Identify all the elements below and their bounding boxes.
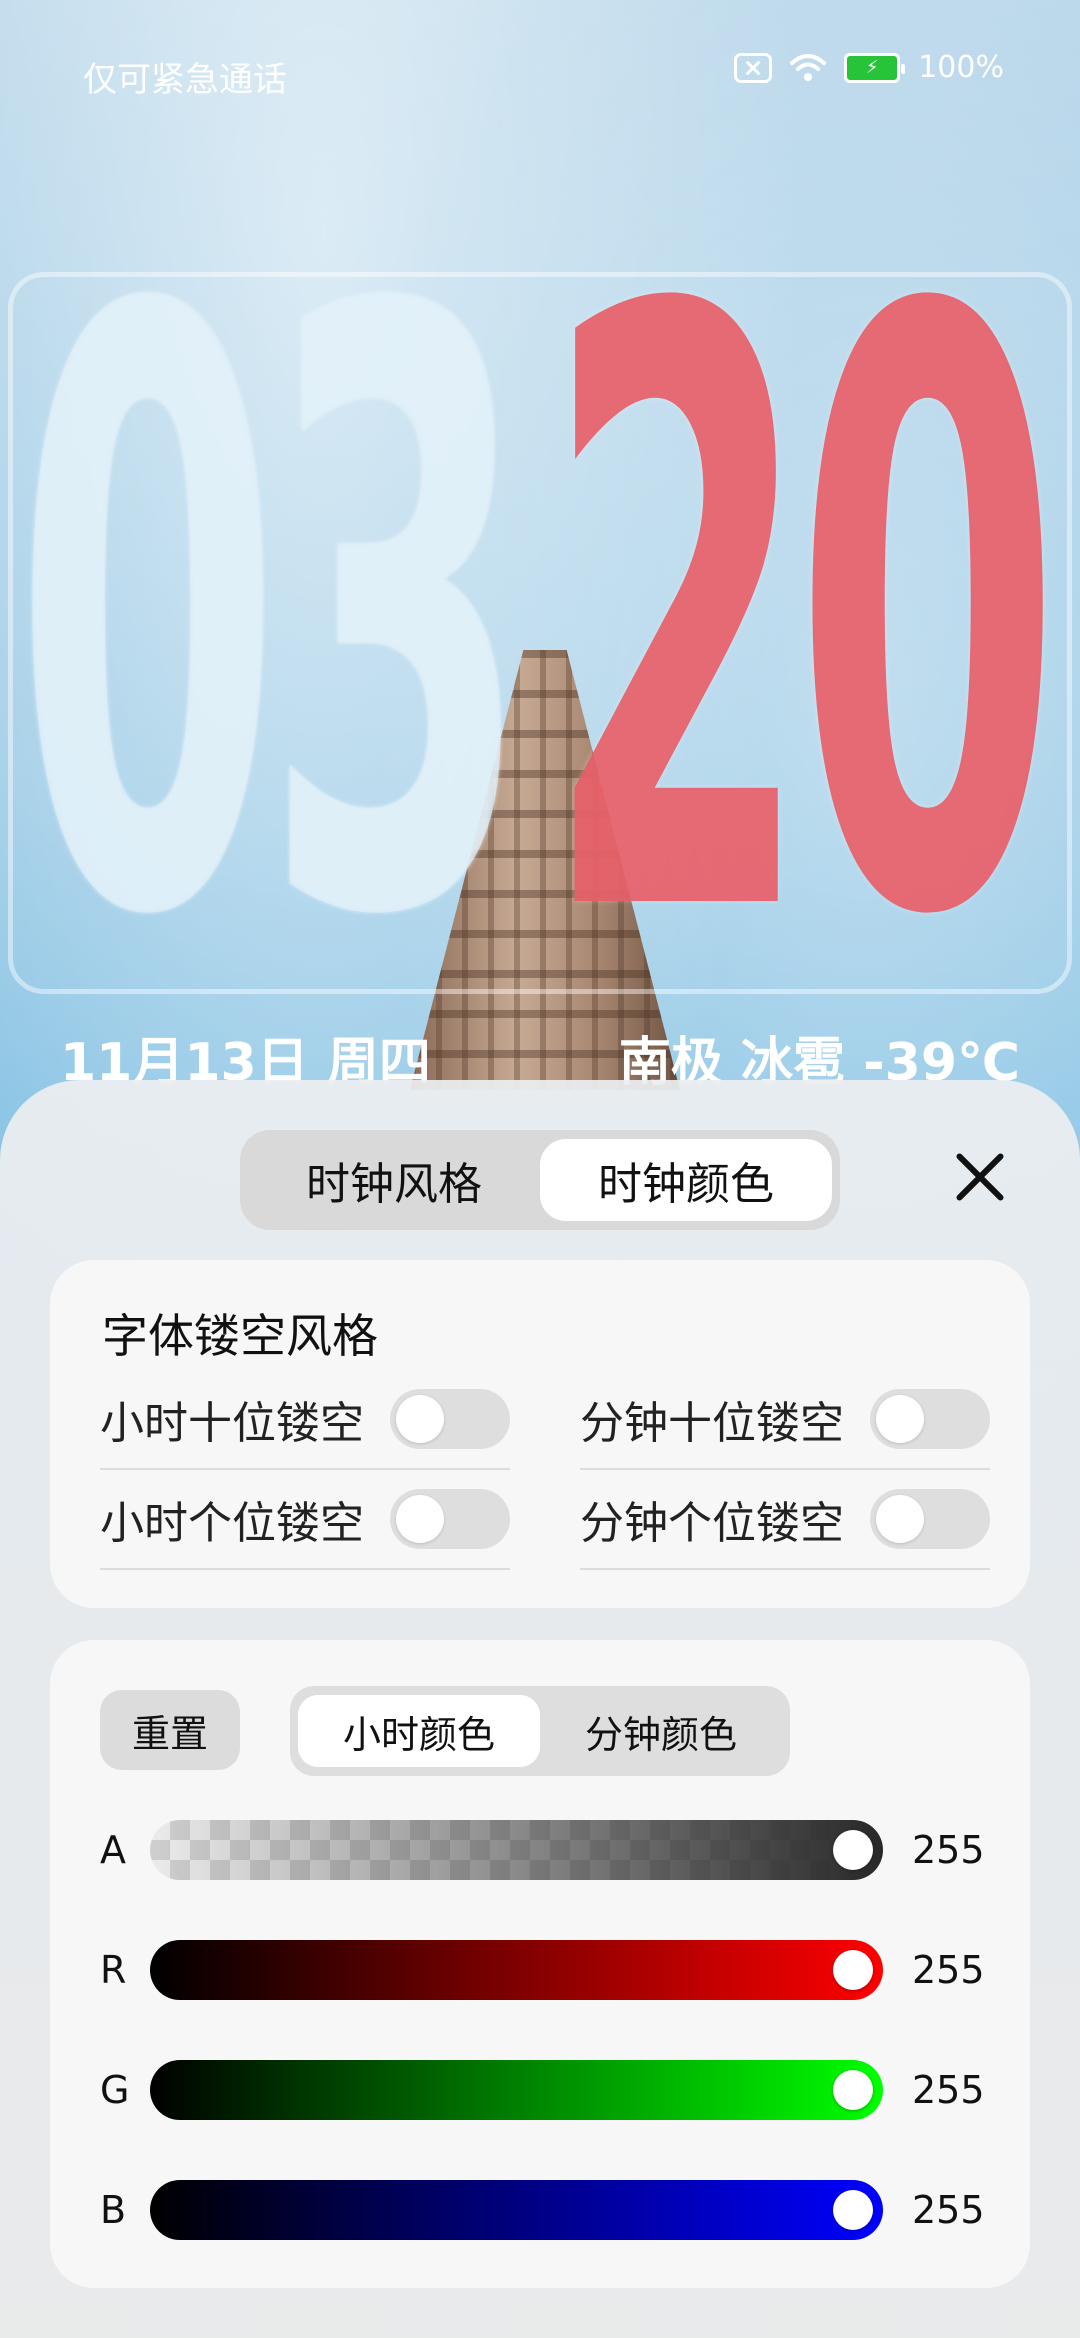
toggle-label: 分钟个位镂空 — [580, 1498, 844, 1549]
toggle-label: 小时十位镂空 — [100, 1398, 364, 1449]
slider-value: 255 — [912, 2188, 985, 2232]
close-icon[interactable] — [952, 1148, 1008, 1204]
blue-slider[interactable] — [150, 2180, 883, 2240]
tab-minute-color[interactable]: 分钟颜色 — [540, 1695, 782, 1767]
slider-knob[interactable] — [833, 2070, 873, 2110]
no-sim-icon — [734, 52, 773, 83]
status-icons: ⚡ 100% — [734, 50, 1004, 85]
red-slider-row: R 255 — [50, 1940, 1030, 2000]
toggle-row-minute-ones: 分钟个位镂空 — [580, 1470, 990, 1570]
slider-label: B — [100, 2188, 127, 2232]
switch-knob — [396, 1395, 444, 1443]
minute-tens-hollow-switch[interactable] — [870, 1389, 990, 1449]
switch-knob — [876, 1495, 924, 1543]
switch-knob — [876, 1395, 924, 1443]
slider-knob[interactable] — [833, 1950, 873, 1990]
green-slider[interactable] — [150, 2060, 883, 2120]
toggle-row-minute-tens: 分钟十位镂空 — [580, 1370, 990, 1470]
slider-label: A — [100, 1828, 126, 1872]
hour-ones-hollow-switch[interactable] — [390, 1489, 510, 1549]
toggle-row-hour-tens: 小时十位镂空 — [100, 1370, 510, 1470]
switch-knob — [396, 1495, 444, 1543]
alpha-slider[interactable] — [150, 1820, 883, 1880]
wifi-icon — [790, 53, 827, 81]
battery-charging-icon: ⚡ — [844, 52, 906, 83]
reset-button[interactable]: 重置 — [100, 1690, 240, 1770]
slider-value: 255 — [912, 1828, 985, 1872]
slider-knob[interactable] — [833, 2190, 873, 2230]
hollow-style-title: 字体镂空风格 — [102, 1309, 378, 1363]
toggle-label: 分钟十位镂空 — [580, 1398, 844, 1449]
slider-value: 255 — [912, 2068, 985, 2112]
hour-tens-hollow-switch[interactable] — [390, 1389, 510, 1449]
toggle-row-hour-ones: 小时个位镂空 — [100, 1470, 510, 1570]
tab-clock-style[interactable]: 时钟风格 — [248, 1139, 540, 1221]
minute-ones-hollow-switch[interactable] — [870, 1489, 990, 1549]
battery-percent: 100% — [918, 50, 1004, 85]
hour-ones-digit: 3 — [264, 141, 531, 1095]
slider-knob[interactable] — [833, 1830, 873, 1870]
green-slider-row: G 255 — [50, 2060, 1030, 2120]
tab-clock-color[interactable]: 时钟颜色 — [540, 1139, 832, 1221]
color-card: 重置 小时颜色 分钟颜色 A 255 R 255 G 255 B 255 — [50, 1640, 1030, 2288]
blue-slider-row: B 255 — [50, 2180, 1030, 2240]
minute-ones-digit: 0 — [794, 141, 1061, 1095]
clock-settings-tabs: 时钟风格 时钟颜色 — [240, 1130, 840, 1230]
slider-label: R — [100, 1948, 127, 1992]
hour-tens-digit: 0 — [14, 141, 281, 1095]
status-bar: 仅可紧急通话 ⚡ 100% — [0, 0, 1080, 140]
color-target-tabs: 小时颜色 分钟颜色 — [290, 1686, 790, 1776]
alpha-slider-row: A 255 — [50, 1820, 1030, 1880]
carrier-status: 仅可紧急通话 — [83, 60, 287, 100]
toggle-label: 小时个位镂空 — [100, 1498, 364, 1549]
hollow-style-card: 字体镂空风格 小时十位镂空 分钟十位镂空 小时个位镂空 分钟个位镂空 — [50, 1260, 1030, 1608]
tab-hour-color[interactable]: 小时颜色 — [298, 1695, 540, 1767]
red-slider[interactable] — [150, 1940, 883, 2000]
slider-value: 255 — [912, 1948, 985, 1992]
slider-label: G — [100, 2068, 130, 2112]
minute-tens-digit: 2 — [544, 141, 811, 1095]
